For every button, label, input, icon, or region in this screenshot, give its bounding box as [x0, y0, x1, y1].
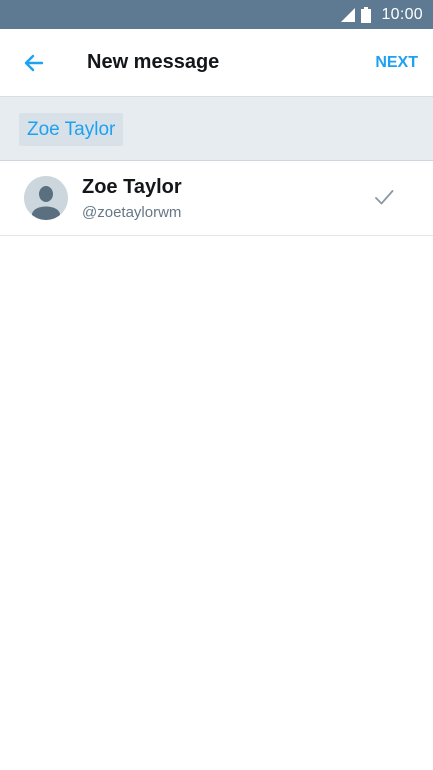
- page-title: New message: [87, 51, 220, 73]
- signal-icon: [341, 7, 356, 22]
- recipient-chip[interactable]: Zoe Taylor: [19, 113, 124, 146]
- check-icon: [375, 190, 394, 205]
- status-indicators: 10:00: [341, 0, 423, 29]
- app-header: New message NEXT: [0, 29, 433, 96]
- arrow-left-icon: [24, 54, 44, 72]
- clock: 10:00: [381, 5, 423, 23]
- battery-icon: [361, 6, 372, 23]
- user-handle: @zoetaylorwm: [82, 204, 182, 221]
- back-button[interactable]: [20, 49, 48, 77]
- status-bar: 10:00: [0, 0, 433, 29]
- next-button[interactable]: NEXT: [375, 29, 418, 96]
- default-avatar-icon: [24, 176, 68, 220]
- user-result-row[interactable]: Zoe Taylor @zoetaylorwm: [0, 161, 433, 236]
- user-name: Zoe Taylor: [82, 176, 182, 198]
- recipients-field[interactable]: Zoe Taylor: [0, 96, 433, 161]
